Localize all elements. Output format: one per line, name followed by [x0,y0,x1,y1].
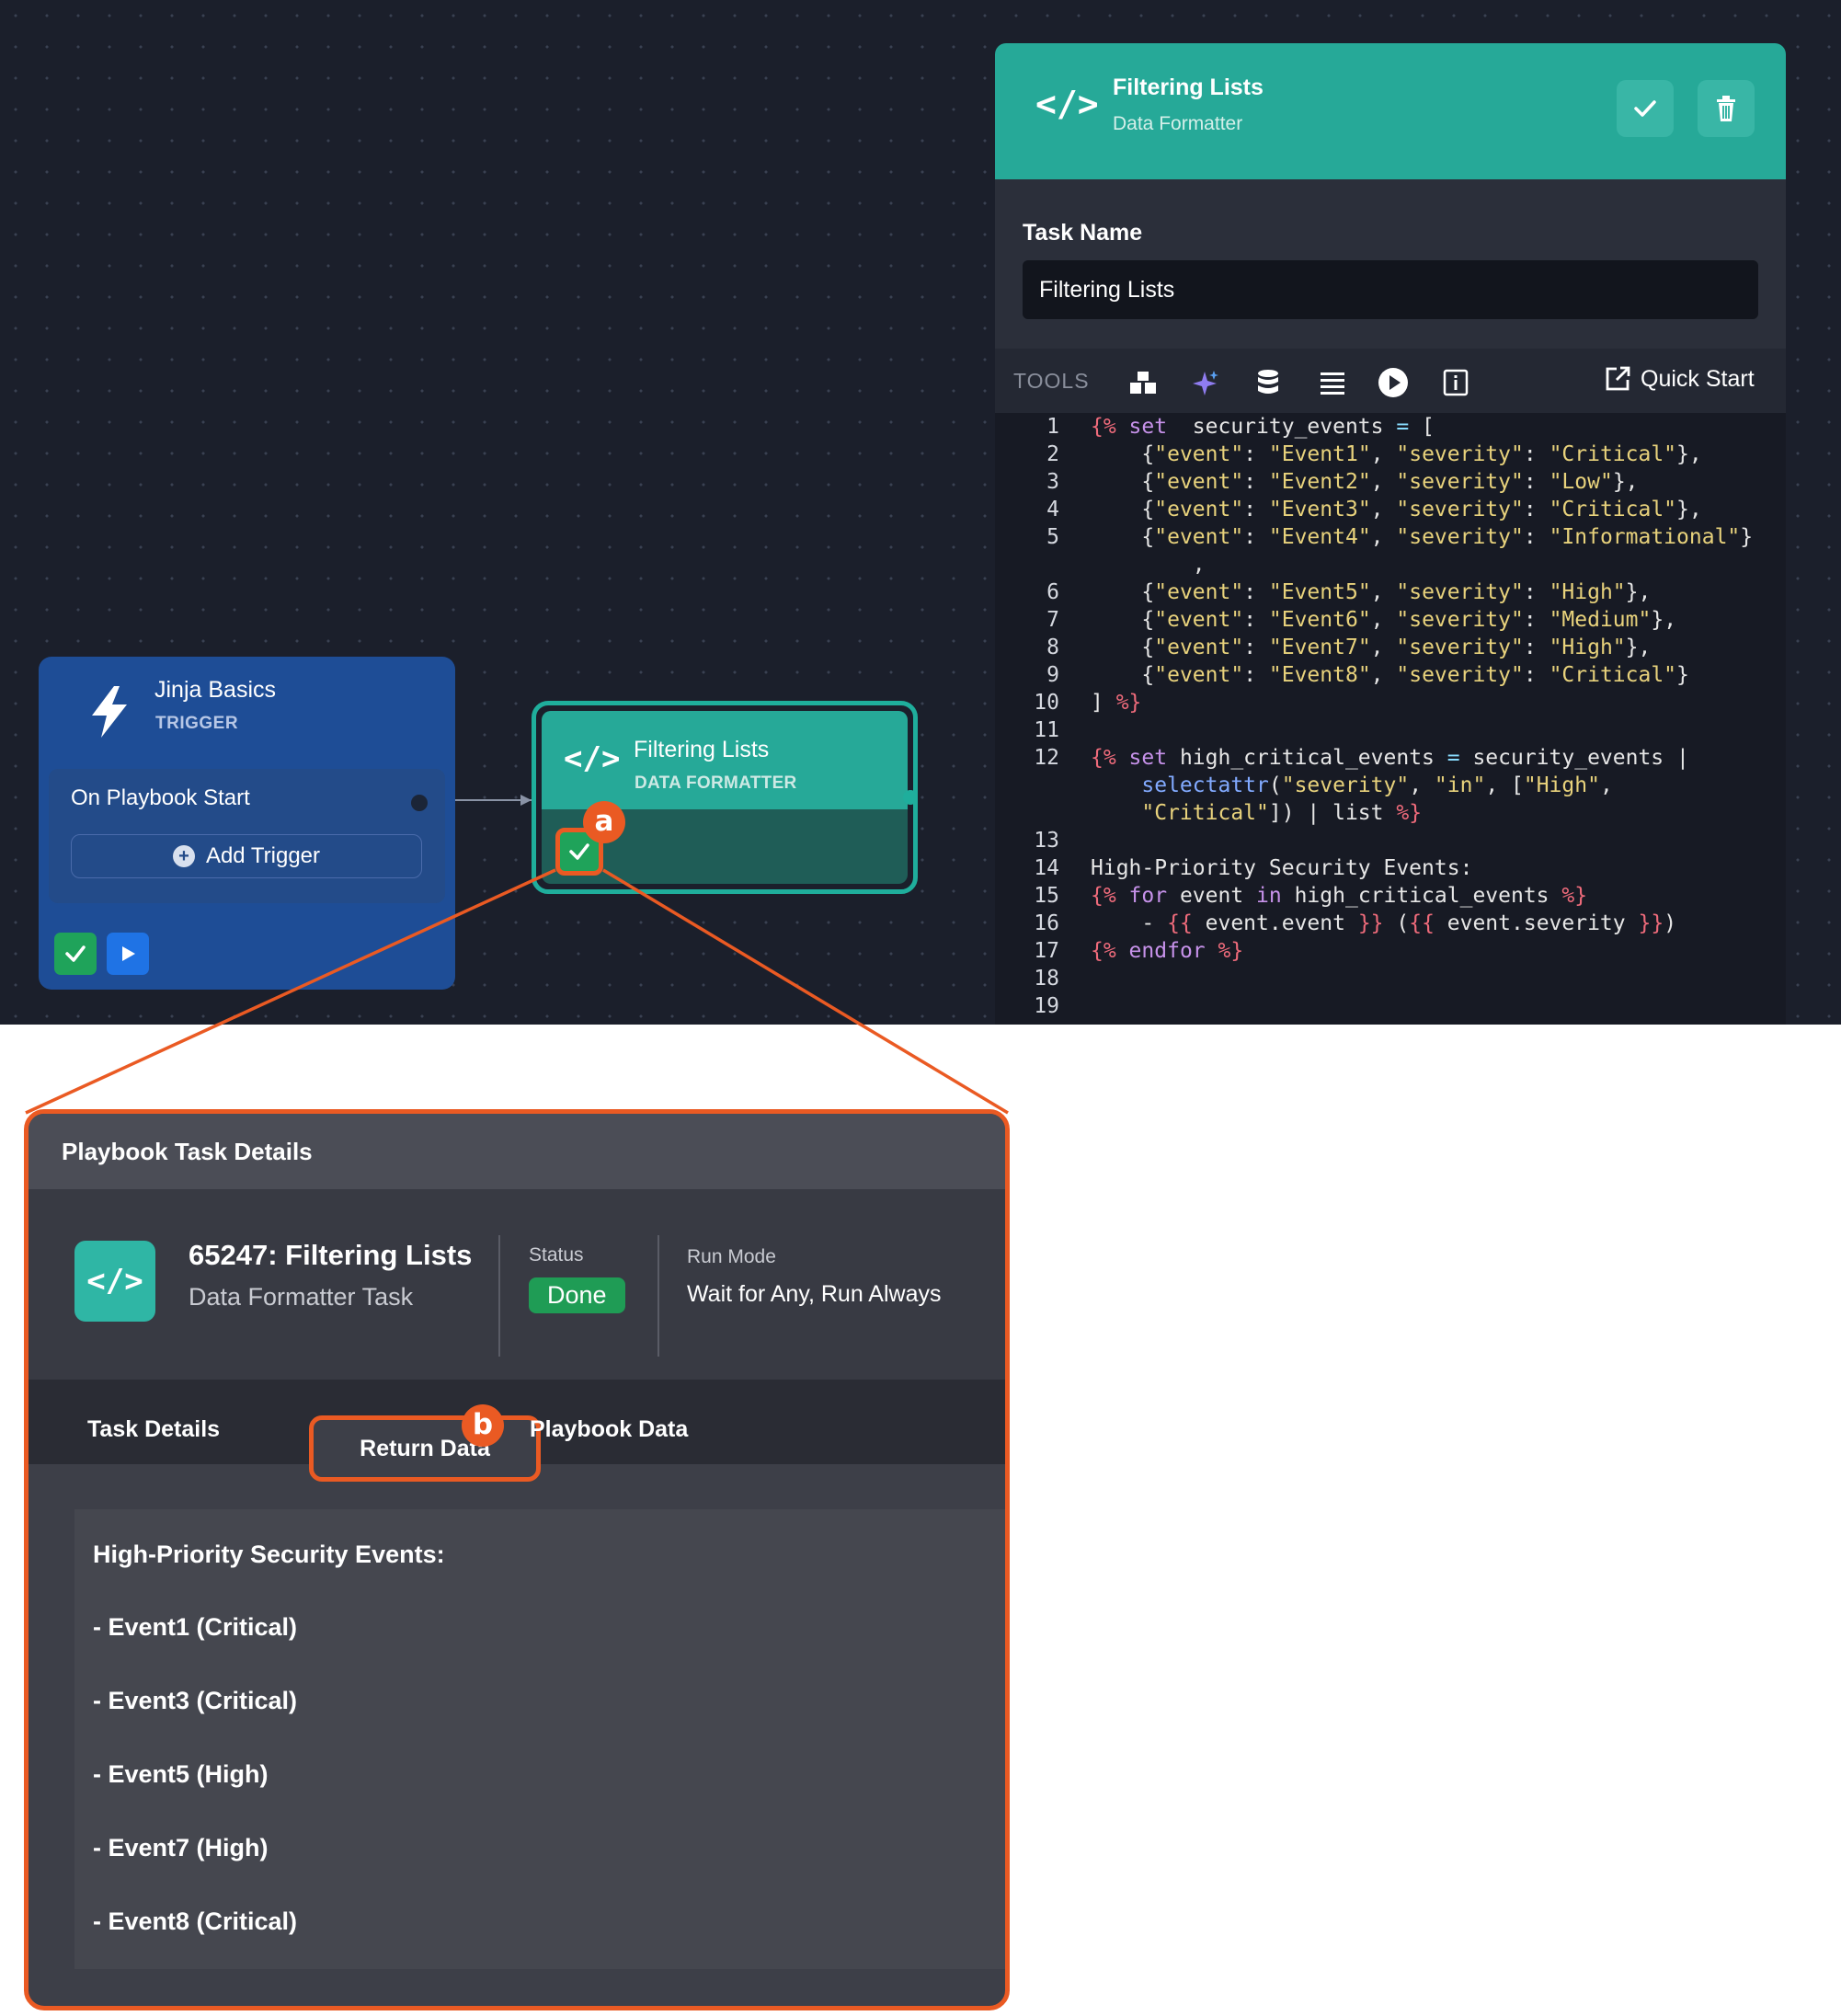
return-data-output: High-Priority Security Events: - Event1 … [74,1509,1005,1969]
divider [658,1235,659,1357]
code-icon: </> [74,1241,155,1322]
output-item: - Event7 (High) [93,1834,269,1861]
output-item: - Event1 (Critical) [93,1613,298,1641]
output-item: - Event5 (High) [93,1760,269,1788]
task-summary: </> 65247: Filtering Lists Data Formatte… [29,1189,1005,1380]
details-header-title: Playbook Task Details [62,1138,313,1165]
status-badge: Done [529,1277,625,1313]
run-mode-value: Wait for Any, Run Always [687,1281,942,1307]
tab-task-details[interactable]: Task Details [87,1416,220,1443]
output-item: - Event8 (Critical) [93,1907,298,1935]
task-details-panel: Playbook Task Details </> 65247: Filteri… [24,1109,1010,2010]
output-item: - Event3 (Critical) [93,1687,298,1714]
output-heading: High-Priority Security Events: [93,1541,445,1568]
divider [498,1235,500,1357]
tab-return-data[interactable]: Return Data [309,1415,541,1482]
tab-playbook-data[interactable]: Playbook Data [530,1416,688,1443]
details-tabs: Task Details Return Data Playbook Data [29,1380,1005,1482]
run-mode-label: Run Mode [687,1246,776,1267]
task-title: 65247: Filtering Lists [189,1239,473,1271]
status-label: Status [529,1244,584,1266]
details-header: Playbook Task Details [29,1114,1005,1189]
callout-badge-b: b [462,1404,504,1447]
task-type: Data Formatter Task [189,1283,414,1311]
